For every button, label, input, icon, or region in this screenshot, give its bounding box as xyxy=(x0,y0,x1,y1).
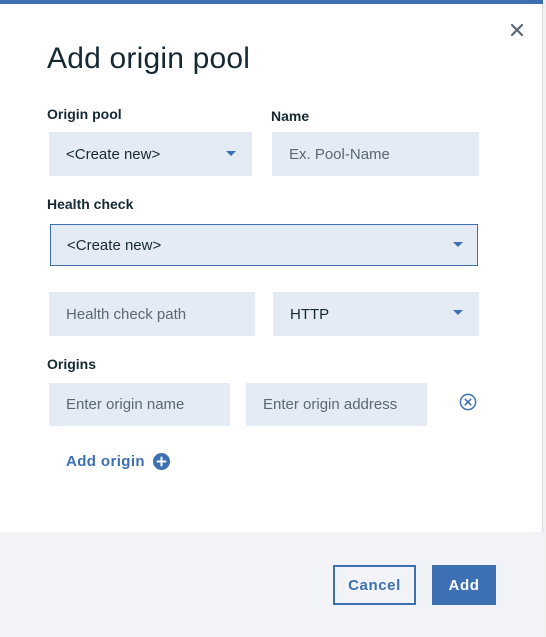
add-origin-button[interactable]: Add origin xyxy=(66,453,170,470)
name-placeholder: Ex. Pool-Name xyxy=(289,145,390,163)
close-icon[interactable] xyxy=(506,19,528,41)
name-input[interactable]: Ex. Pool-Name xyxy=(272,132,479,176)
chevron-down-icon xyxy=(453,310,463,315)
origins-label: Origins xyxy=(47,356,97,372)
origin-address-input[interactable]: Enter origin address xyxy=(246,383,427,426)
health-check-select[interactable]: <Create new> xyxy=(50,224,478,266)
origin-pool-value: <Create new> xyxy=(66,145,161,163)
protocol-value: HTTP xyxy=(290,305,330,323)
origin-pool-select[interactable]: <Create new> xyxy=(49,132,252,176)
add-origin-pool-modal: Add origin pool Origin pool <Create new>… xyxy=(0,0,543,637)
health-check-path-input[interactable]: Health check path xyxy=(49,292,255,336)
origin-name-input[interactable]: Enter origin name xyxy=(49,383,230,426)
modal-accent-stripe xyxy=(0,0,543,4)
name-label: Name xyxy=(271,108,310,124)
origin-name-placeholder: Enter origin name xyxy=(66,396,185,413)
modal-title: Add origin pool xyxy=(47,42,251,75)
health-check-path-placeholder: Health check path xyxy=(66,305,187,323)
health-check-value: <Create new> xyxy=(67,236,162,254)
close-circle-icon[interactable] xyxy=(459,393,477,411)
cancel-button[interactable]: Cancel xyxy=(333,565,416,605)
protocol-select[interactable]: HTTP xyxy=(273,292,479,336)
origin-address-placeholder: Enter origin address xyxy=(263,396,398,413)
origin-pool-label: Origin pool xyxy=(47,106,122,122)
add-button[interactable]: Add xyxy=(432,565,496,605)
add-origin-label: Add origin xyxy=(66,453,145,470)
chevron-down-icon xyxy=(226,151,236,156)
chevron-down-icon xyxy=(453,242,463,247)
health-check-label: Health check xyxy=(47,196,134,212)
add-circle-icon xyxy=(153,453,170,470)
